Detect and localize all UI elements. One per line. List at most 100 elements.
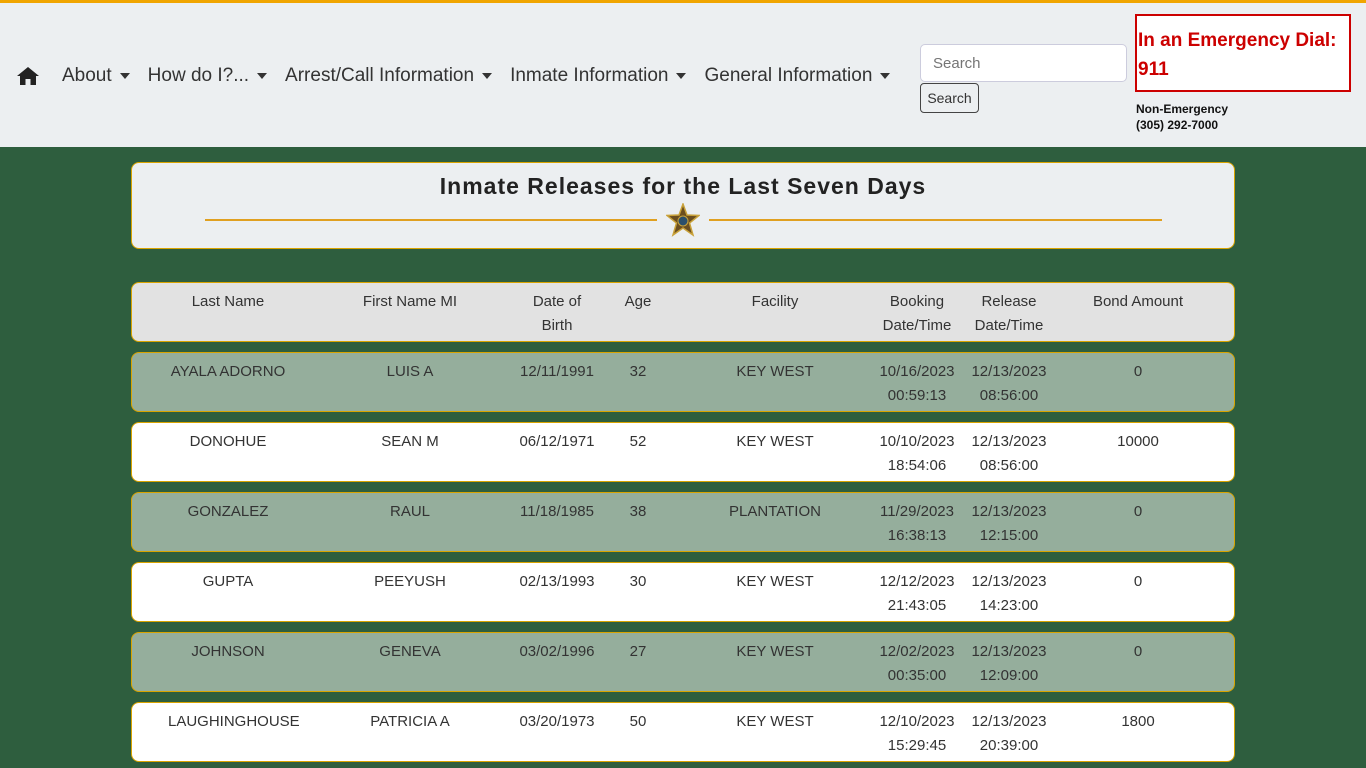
sheriff-star-icon (666, 203, 700, 237)
cell-release-time: 12:09:00 (979, 667, 1039, 684)
cell-release-date: 12/13/2023 (971, 433, 1047, 450)
cell-bond: 0 (1133, 363, 1143, 380)
cell-release: 12/13/2023 12:09:00 (964, 640, 1054, 688)
cell-facility: KEY WEST (736, 643, 814, 660)
header-bond: Bond Amount (1092, 293, 1184, 310)
cell-booking-date: 12/10/2023 (879, 713, 955, 730)
cell-release-time: 14:23:00 (979, 597, 1039, 614)
nav-general-information[interactable]: General Information (704, 65, 891, 87)
table-row[interactable]: DONOHUE SEAN M 06/12/1971 52 KEY WEST 10… (131, 422, 1235, 482)
cell-facility: KEY WEST (736, 713, 814, 730)
cell-booking-time: 16:38:13 (887, 527, 947, 544)
cell-booking: 12/12/2023 21:43:05 (872, 570, 962, 618)
cell-last-name: LAUGHINGHOUSE (168, 713, 300, 730)
cell-release: 12/13/2023 08:56:00 (964, 430, 1054, 478)
non-emergency-info: Non-Emergency (305) 292-7000 (1136, 101, 1228, 133)
cell-age: 38 (629, 503, 647, 520)
header-dob: Date of Birth (507, 290, 607, 338)
cell-age: 30 (629, 573, 647, 590)
header-dob-line2: Birth (541, 317, 573, 334)
nav-inmate-information[interactable]: Inmate Information (510, 65, 687, 87)
main-nav: About How do I?... Arrest/Call Informati… (16, 65, 908, 87)
title-divider-right (709, 219, 1162, 221)
cell-age: 50 (629, 713, 647, 730)
cell-booking: 11/29/2023 16:38:13 (872, 500, 962, 548)
search-input[interactable] (920, 44, 1127, 82)
cell-dob: 06/12/1971 (519, 433, 595, 450)
cell-release-time: 12:15:00 (979, 527, 1039, 544)
cell-age: 32 (629, 363, 647, 380)
non-emergency-label: Non-Emergency (1136, 102, 1229, 116)
top-navbar: About How do I?... Arrest/Call Informati… (0, 0, 1366, 147)
cell-release: 12/13/2023 14:23:00 (964, 570, 1054, 618)
caret-down-icon (880, 73, 891, 79)
header-dob-line1: Date of (532, 293, 582, 310)
header-release-line1: Release (981, 293, 1037, 310)
cell-bond: 0 (1133, 643, 1143, 660)
table-row[interactable]: GONZALEZ RAUL 11/18/1985 38 PLANTATION 1… (131, 492, 1235, 552)
nav-arrest-call-label: Arrest/Call Information (285, 65, 475, 86)
cell-age: 27 (629, 643, 647, 660)
table-row[interactable]: JOHNSON GENEVA 03/02/1996 27 KEY WEST 12… (131, 632, 1235, 692)
table-row[interactable]: AYALA ADORNO LUIS A 12/11/1991 32 KEY WE… (131, 352, 1235, 412)
table-row[interactable]: LAUGHINGHOUSE PATRICIA A 03/20/1973 50 K… (131, 702, 1235, 762)
home-icon[interactable] (16, 66, 40, 86)
cell-first-name: LUIS A (386, 363, 434, 380)
caret-down-icon (676, 73, 687, 79)
cell-dob: 03/20/1973 (519, 713, 595, 730)
header-booking: Booking Date/Time (872, 290, 962, 338)
nav-about[interactable]: About (62, 65, 130, 87)
header-facility: Facility (751, 293, 799, 310)
emergency-label: In an Emergency Dial: (1138, 30, 1337, 51)
cell-age: 52 (629, 433, 647, 450)
header-release: Release Date/Time (964, 290, 1054, 338)
title-divider-left (205, 219, 657, 221)
caret-down-icon (119, 73, 130, 79)
cell-facility: PLANTATION (729, 503, 821, 520)
cell-booking-date: 10/16/2023 (879, 363, 955, 380)
cell-booking-time: 21:43:05 (887, 597, 947, 614)
cell-release-date: 12/13/2023 (971, 643, 1047, 660)
emergency-number: 911 (1138, 59, 1169, 80)
cell-first-name: SEAN M (381, 433, 439, 450)
header-age: Age (624, 293, 652, 310)
nav-how-do-i[interactable]: How do I?... (147, 65, 268, 87)
table-header: Last Name First Name MI Date of Birth Ag… (131, 282, 1235, 342)
caret-down-icon (257, 73, 268, 79)
cell-booking-date: 12/02/2023 (879, 643, 955, 660)
nav-inmate-information-label: Inmate Information (510, 65, 669, 86)
cell-bond: 0 (1133, 503, 1143, 520)
cell-dob: 02/13/1993 (519, 573, 595, 590)
search-button[interactable]: Search (920, 83, 979, 113)
nav-how-do-i-label: How do I?... (147, 65, 250, 86)
cell-facility: KEY WEST (736, 573, 814, 590)
cell-first-name: RAUL (389, 503, 430, 520)
page-title: Inmate Releases for the Last Seven Days (439, 173, 927, 199)
cell-booking: 10/16/2023 00:59:13 (872, 360, 962, 408)
header-booking-line1: Booking (889, 293, 945, 310)
cell-booking: 12/02/2023 00:35:00 (872, 640, 962, 688)
cell-dob: 12/11/1991 (520, 363, 594, 380)
cell-bond: 10000 (1117, 433, 1159, 450)
caret-down-icon (482, 73, 493, 79)
cell-dob: 11/18/1985 (520, 503, 594, 520)
page-title-card: Inmate Releases for the Last Seven Days (131, 162, 1235, 249)
emergency-box: In an Emergency Dial: 911 (1135, 14, 1351, 92)
cell-booking-time: 00:35:00 (887, 667, 947, 684)
cell-last-name: JOHNSON (191, 643, 265, 660)
nav-arrest-call-information[interactable]: Arrest/Call Information (285, 65, 493, 87)
search-form: Search (920, 44, 1127, 113)
cell-release-time: 20:39:00 (979, 737, 1039, 754)
header-booking-line2: Date/Time (882, 317, 952, 334)
header-first-name: First Name MI (362, 293, 458, 310)
cell-release-date: 12/13/2023 (971, 713, 1047, 730)
cell-release-time: 08:56:00 (979, 457, 1039, 474)
cell-booking-date: 12/12/2023 (879, 573, 955, 590)
cell-dob: 03/02/1996 (519, 643, 595, 660)
nav-about-label: About (62, 65, 112, 86)
cell-booking: 12/10/2023 15:29:45 (872, 710, 962, 758)
table-row[interactable]: GUPTA PEEYUSH 02/13/1993 30 KEY WEST 12/… (131, 562, 1235, 622)
cell-last-name: GONZALEZ (187, 503, 269, 520)
cell-release-time: 08:56:00 (979, 387, 1039, 404)
cell-first-name: GENEVA (379, 643, 441, 660)
